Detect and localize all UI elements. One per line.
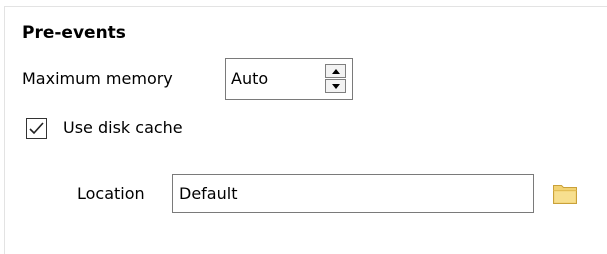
location-label: Location: [77, 184, 145, 203]
location-value[interactable]: Default: [179, 184, 237, 204]
spin-down-button[interactable]: [325, 79, 346, 93]
max-memory-spinbox[interactable]: Auto: [225, 58, 353, 100]
use-disk-cache-checkbox[interactable]: [26, 118, 47, 139]
browse-folder-button[interactable]: [552, 181, 578, 205]
spin-buttons: [325, 64, 346, 94]
spin-up-button[interactable]: [325, 64, 346, 78]
use-disk-cache-label[interactable]: Use disk cache: [63, 118, 183, 138]
spin-down-icon: [331, 83, 340, 89]
checkmark-icon: [29, 122, 44, 135]
location-input[interactable]: Default: [172, 174, 534, 213]
section-title: Pre-events: [22, 23, 126, 43]
max-memory-label: Maximum memory: [22, 69, 173, 88]
spin-up-icon: [331, 68, 340, 74]
folder-icon: [553, 185, 577, 204]
max-memory-value[interactable]: Auto: [231, 69, 268, 89]
